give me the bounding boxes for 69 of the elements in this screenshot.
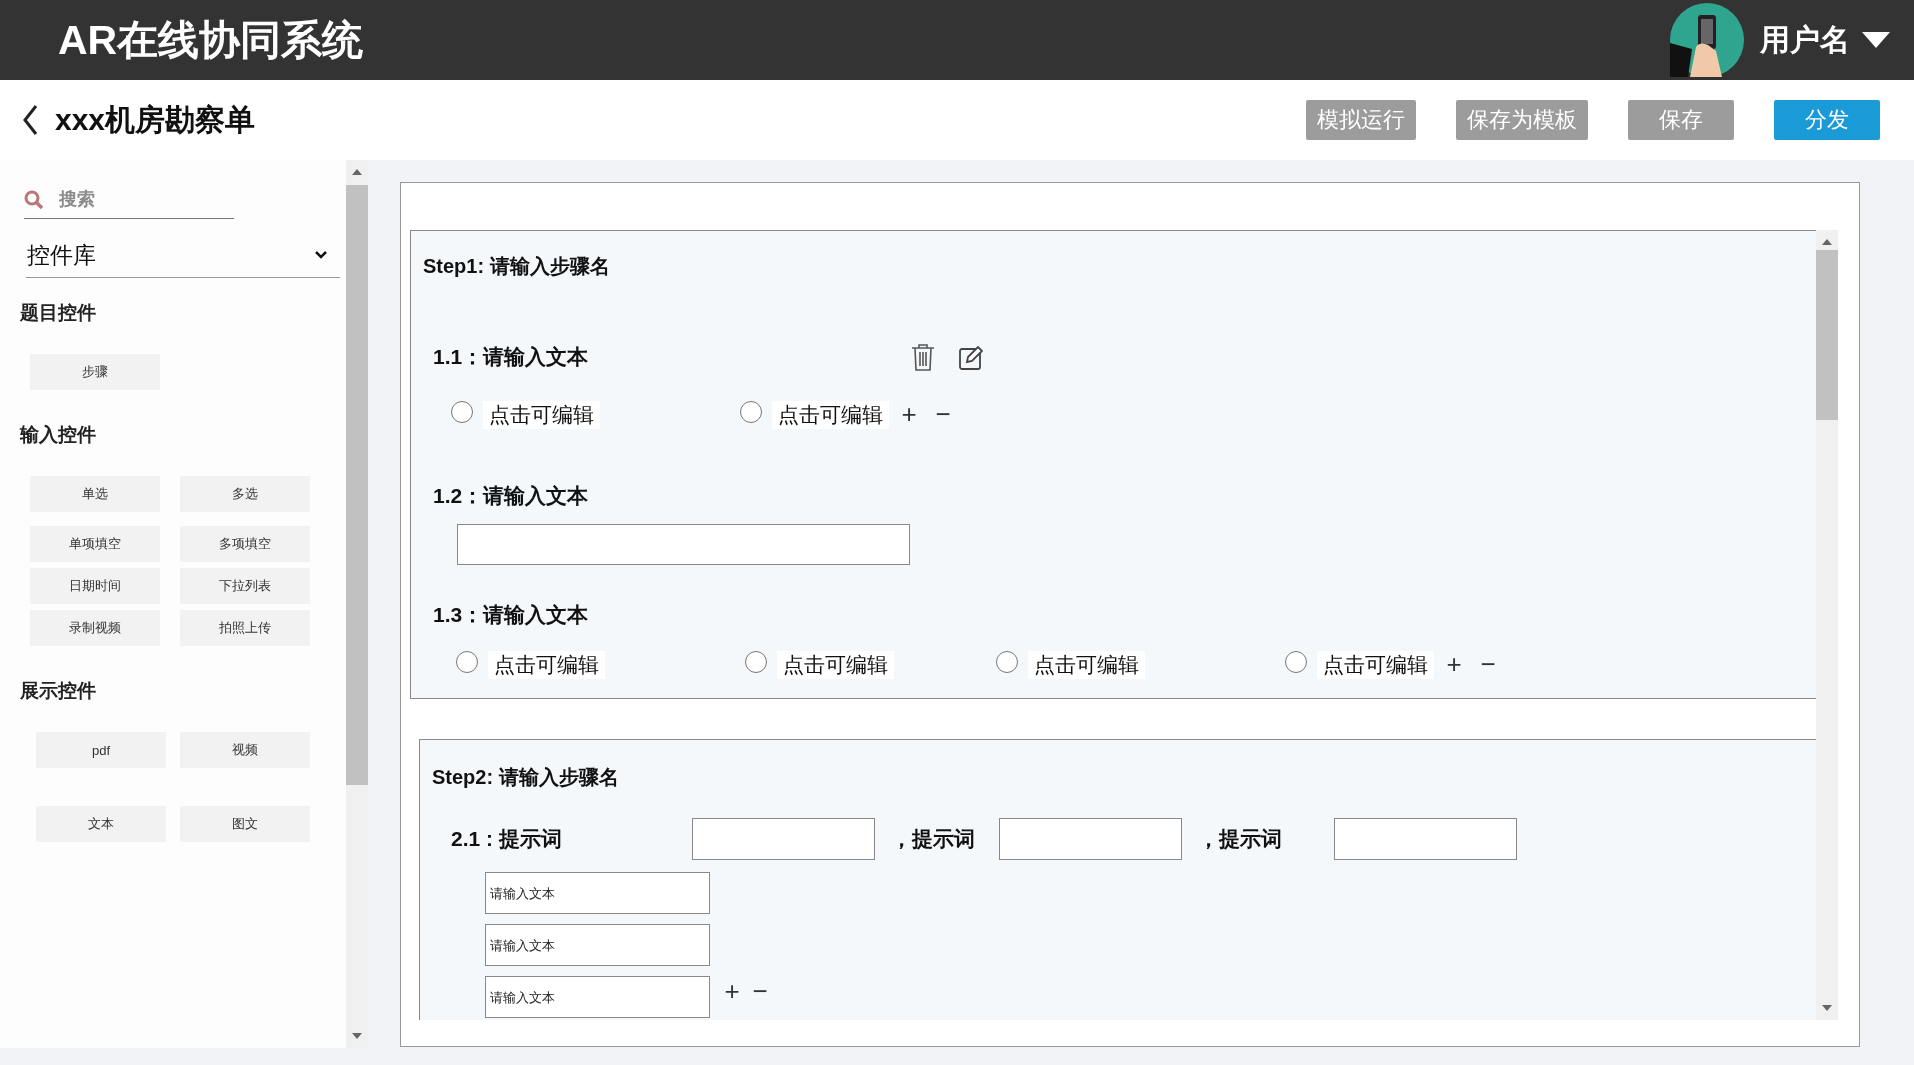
add-option-button[interactable]: + [895, 399, 923, 430]
text-input[interactable]: 请输入文本 [485, 976, 710, 1018]
scrollbar-thumb[interactable] [1816, 250, 1838, 420]
library-dropdown[interactable]: 控件库 [26, 233, 340, 278]
question-label: 1.2：请输入文本 [433, 484, 589, 507]
scrollbar[interactable] [346, 160, 368, 1048]
trash-icon[interactable] [911, 343, 936, 371]
radio-button[interactable] [740, 400, 762, 423]
control-item[interactable]: 单选 [30, 476, 160, 512]
radio-button[interactable] [996, 650, 1018, 673]
question-label: 2.1 : 提示词 [451, 826, 562, 852]
radio-button[interactable] [1285, 650, 1307, 673]
control-item[interactable]: 录制视频 [30, 610, 160, 646]
control-item[interactable]: 拍照上传 [180, 610, 310, 646]
search-field[interactable]: 搜索 [57, 187, 211, 211]
control-item[interactable]: 文本 [36, 806, 166, 842]
option-text[interactable]: 点击可编辑 [1028, 650, 1145, 679]
user-name[interactable]: 用户名 [1760, 19, 1850, 61]
text-input[interactable]: 请输入文本 [485, 872, 710, 914]
remove-option-button[interactable]: − [746, 976, 774, 1007]
add-option-button[interactable]: + [1440, 649, 1468, 680]
page-title: xxx机房勘察单 [55, 101, 257, 138]
hint-label: ，提示词 [890, 826, 975, 852]
scroll-up-icon[interactable] [1821, 238, 1833, 246]
control-item[interactable]: 步骤 [30, 354, 160, 390]
text-input[interactable]: 请输入文本 [485, 924, 710, 966]
chevron-down-icon [314, 250, 328, 260]
control-item[interactable]: 视频 [180, 732, 310, 768]
remove-option-button[interactable]: − [929, 399, 957, 430]
search-icon [24, 189, 43, 209]
control-item[interactable]: 下拉列表 [180, 568, 310, 604]
app-title: AR在线协同系统 [58, 15, 365, 65]
option-text[interactable]: 点击可编辑 [1317, 650, 1434, 679]
option-text[interactable]: 点击可编辑 [488, 650, 605, 679]
radio-button[interactable] [456, 650, 478, 673]
scrollbar-thumb[interactable] [346, 185, 368, 785]
step-title: Step2: 请输入步骤名 [432, 765, 620, 790]
edit-icon[interactable] [959, 344, 984, 370]
control-item[interactable]: 多选 [180, 476, 310, 512]
option-text[interactable]: 点击可编辑 [772, 400, 889, 429]
add-option-button[interactable]: + [718, 976, 746, 1007]
avatar-icon[interactable] [1670, 3, 1744, 77]
question-label: 1.3：请输入文本 [433, 602, 589, 628]
option-text[interactable]: 点击可编辑 [483, 400, 600, 429]
back-icon[interactable] [22, 104, 39, 136]
scrollbar[interactable] [1816, 230, 1838, 1020]
radio-button[interactable] [745, 650, 767, 673]
answer-box[interactable] [998, 818, 1182, 860]
control-item[interactable]: 日期时间 [30, 568, 160, 604]
scroll-down-icon[interactable] [351, 1032, 363, 1040]
scroll-up-icon[interactable] [351, 168, 363, 176]
radio-button[interactable] [451, 400, 473, 423]
answer-box[interactable] [1333, 818, 1517, 860]
control-item[interactable]: 单项填空 [30, 526, 160, 562]
section-heading: 题目控件 [20, 301, 97, 325]
answer-box[interactable] [691, 818, 875, 860]
option-text[interactable]: 点击可编辑 [777, 650, 894, 679]
step-title: Step1: 请输入步骤名 [423, 254, 611, 279]
text-input[interactable] [457, 524, 910, 565]
remove-option-button[interactable]: − [1474, 649, 1502, 680]
section-heading: 输入控件 [20, 423, 97, 447]
question-label: 1.1：请输入文本 [433, 344, 589, 370]
control-item[interactable]: 图文 [180, 806, 310, 842]
hint-label: ，提示词 [1197, 826, 1282, 852]
control-item[interactable]: 多项填空 [180, 526, 310, 562]
section-heading: 展示控件 [20, 679, 97, 703]
control-item[interactable]: pdf [36, 732, 166, 768]
caret-icon[interactable] [1862, 32, 1890, 48]
scroll-down-icon[interactable] [1821, 1004, 1833, 1012]
